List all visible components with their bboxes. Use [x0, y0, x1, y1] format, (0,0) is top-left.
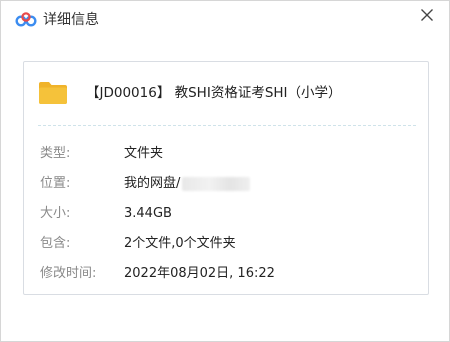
location-value: 我的网盘/	[124, 176, 181, 191]
close-icon	[421, 9, 433, 21]
location-row: 位置: 我的网盘/	[24, 170, 428, 200]
divider	[38, 125, 416, 126]
location-label: 位置:	[40, 176, 71, 191]
file-info-card: 【JD00016】 教SHI资格证考SHI（小学） 类型: 文件夹 位置: 我的…	[23, 61, 429, 295]
file-name: 【JD00016】 教SHI资格证考SHI（小学）	[86, 85, 342, 101]
contains-value: 2个文件,0个文件夹	[124, 236, 236, 251]
type-value: 文件夹	[124, 146, 164, 161]
details-dialog: 详细信息 【JD00016】 教SHI资格证考SHI（小学） 类型: 文件夹 位…	[0, 0, 450, 342]
redacted-path	[182, 176, 251, 191]
size-label: 大小:	[40, 206, 71, 221]
modified-row: 修改时间: 2022年08月02日, 16:22	[24, 260, 428, 290]
location-value-wrap: 我的网盘/	[124, 175, 251, 193]
file-header: 【JD00016】 教SHI资格证考SHI（小学）	[24, 62, 428, 124]
folder-icon	[39, 82, 67, 104]
title-bar: 详细信息	[1, 1, 449, 41]
contains-label: 包含:	[40, 236, 71, 251]
modified-value: 2022年08月02日, 16:22	[124, 266, 275, 281]
details-list: 类型: 文件夹 位置: 我的网盘/ 大小: 3.44GB 包含: 2个文件,0个…	[24, 140, 428, 290]
type-row: 类型: 文件夹	[24, 140, 428, 170]
netdisk-logo-icon	[15, 12, 37, 27]
dialog-title: 详细信息	[43, 12, 99, 28]
size-row: 大小: 3.44GB	[24, 200, 428, 230]
modified-label: 修改时间:	[40, 266, 97, 281]
contains-row: 包含: 2个文件,0个文件夹	[24, 230, 428, 260]
size-value: 3.44GB	[124, 206, 172, 221]
type-label: 类型:	[40, 146, 71, 161]
close-button[interactable]	[413, 5, 441, 25]
